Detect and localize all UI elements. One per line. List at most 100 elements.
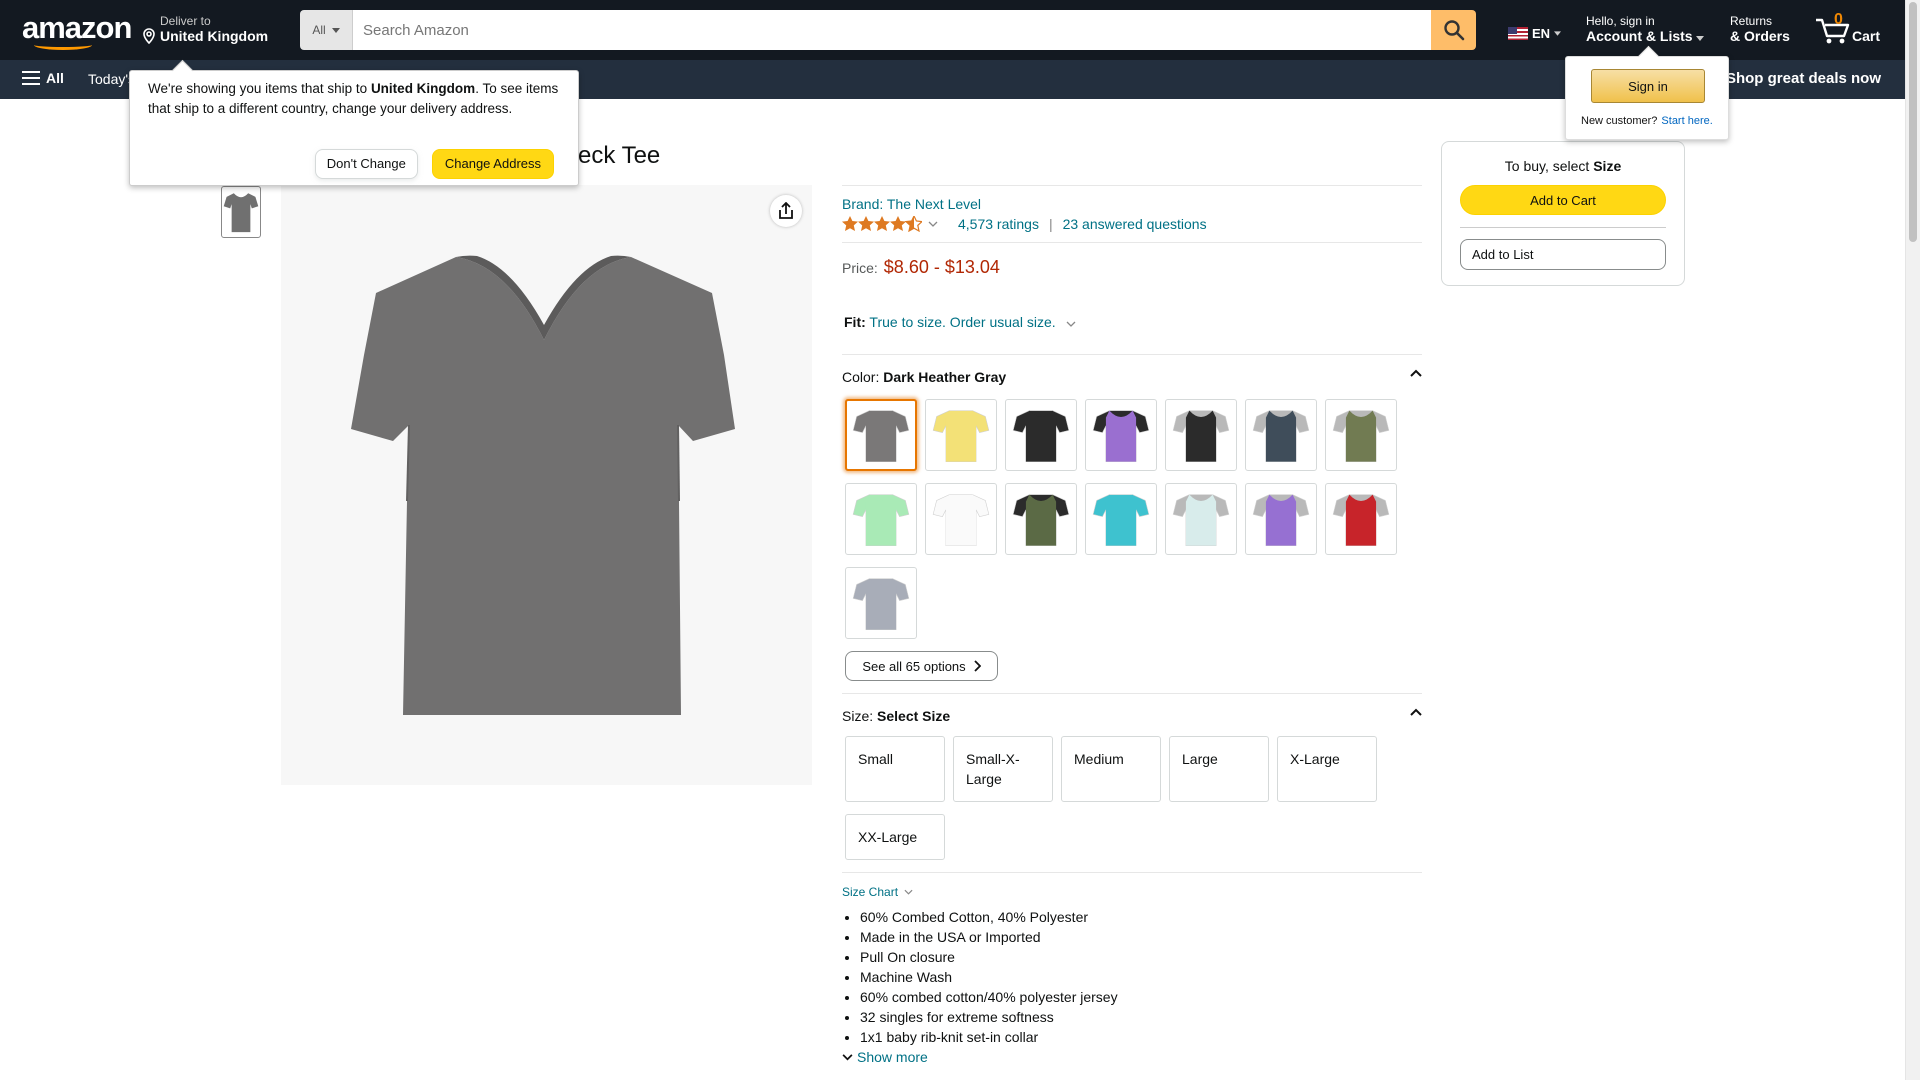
divider — [842, 872, 1422, 873]
add-to-cart-button[interactable]: Add to Cart — [1460, 185, 1666, 215]
chevron-up-icon — [1410, 708, 1422, 716]
divider — [842, 693, 1422, 694]
share-button[interactable] — [770, 195, 802, 227]
color-swatch[interactable] — [845, 567, 917, 639]
color-label: Color: — [842, 369, 884, 385]
price-row: Price: $8.60 - $13.04 — [842, 257, 1422, 278]
chevron-down-icon — [904, 889, 913, 895]
size-value: Select Size — [877, 708, 951, 724]
top-nav: amazon Deliver to United Kingdom All EN … — [0, 0, 1905, 60]
search-input[interactable] — [353, 10, 1431, 50]
signin-button[interactable]: Sign in — [1591, 69, 1705, 103]
size-option-large[interactable]: Large — [1169, 736, 1269, 802]
language-selector[interactable]: EN — [1508, 26, 1562, 41]
feature-bullet: 60% combed cotton/40% polyester jersey — [860, 987, 1422, 1007]
color-swatch[interactable] — [845, 399, 917, 471]
search-button[interactable] — [1431, 10, 1476, 50]
tshirt-swatch-image — [1092, 410, 1150, 462]
nav-shop-deals[interactable]: Shop great deals now — [1726, 70, 1881, 87]
product-details: Brand: The Next Level 4,573 ratings | 23… — [842, 185, 1422, 1065]
main-product-image[interactable] — [281, 185, 812, 785]
size-option-xx-large[interactable]: XX-Large — [845, 814, 945, 860]
fit-label: Fit: — [844, 314, 866, 330]
color-swatch[interactable] — [1245, 399, 1317, 471]
tshirt-swatch-image — [1012, 494, 1070, 546]
divider — [842, 242, 1422, 243]
rating-row: 4,573 ratings | 23 answered questions — [842, 216, 1422, 232]
chevron-down-icon[interactable] — [1066, 321, 1076, 327]
color-swatch[interactable] — [925, 399, 997, 471]
cart-icon — [1816, 18, 1850, 44]
size-option-x-large[interactable]: X-Large — [1277, 736, 1377, 802]
nav-todays-deals[interactable]: Today's — [88, 71, 135, 87]
color-swatch[interactable] — [925, 483, 997, 555]
to-buy-bold: Size — [1593, 158, 1622, 174]
ratings-link[interactable]: 4,573 ratings — [958, 216, 1039, 232]
see-all-options-button[interactable]: See all 65 options — [845, 651, 998, 681]
logo-smile-icon — [34, 40, 92, 50]
chevron-down-icon[interactable] — [928, 221, 938, 227]
tshirt-swatch-image — [1172, 410, 1230, 462]
star-rating-icon[interactable] — [842, 216, 922, 232]
tshirt-swatch-image — [1332, 494, 1390, 546]
color-swatch[interactable] — [1245, 483, 1317, 555]
cart-button[interactable]: 0 Cart — [1814, 10, 1884, 50]
language-label: EN — [1532, 26, 1551, 41]
tshirt-swatch-image — [932, 494, 990, 546]
size-option-small[interactable]: Small — [845, 736, 945, 802]
page-scrollbar[interactable] — [1905, 0, 1920, 1080]
location-pin-icon — [143, 28, 155, 44]
search-bar: All — [300, 10, 1476, 50]
divider — [842, 185, 1422, 186]
account-lists[interactable]: Hello, sign in Account & Lists — [1586, 14, 1705, 44]
change-address-button[interactable]: Change Address — [431, 149, 554, 179]
color-swatch[interactable] — [1005, 399, 1077, 471]
tshirt-swatch-image — [1252, 494, 1310, 546]
color-swatch[interactable] — [1325, 399, 1397, 471]
color-swatch[interactable] — [845, 483, 917, 555]
tshirt-swatch-image — [1332, 410, 1390, 462]
color-section-header[interactable]: Color: Dark Heather Gray — [842, 369, 1422, 385]
tshirt-swatch-image — [1092, 494, 1150, 546]
amazon-logo[interactable]: amazon — [20, 10, 132, 50]
tshirt-swatch-image — [1012, 410, 1070, 462]
to-buy-prefix: To buy, select — [1504, 158, 1594, 174]
search-category-select[interactable]: All — [300, 10, 353, 50]
returns-orders[interactable]: Returns & Orders — [1730, 14, 1790, 44]
color-swatch[interactable] — [1165, 399, 1237, 471]
fit-value-link[interactable]: True to size. Order usual size. — [869, 314, 1055, 330]
questions-link[interactable]: 23 answered questions — [1063, 216, 1207, 232]
brand-link[interactable]: Brand: The Next Level — [842, 196, 1422, 212]
size-option-small-x-large[interactable]: Small-X-Large — [953, 736, 1053, 802]
scrollbar-thumb[interactable] — [1909, 2, 1917, 242]
tshirt-swatch-image — [1252, 410, 1310, 462]
orders-label: & Orders — [1730, 28, 1790, 44]
deliver-to[interactable]: Deliver to United Kingdom — [142, 14, 268, 44]
image-thumbnail[interactable] — [221, 186, 261, 238]
divider — [842, 354, 1422, 355]
add-to-list-button[interactable]: Add to List — [1460, 239, 1666, 270]
chevron-up-icon — [1410, 369, 1422, 377]
dont-change-button[interactable]: Don't Change — [314, 149, 418, 179]
size-section-header[interactable]: Size: Select Size — [842, 708, 1422, 724]
color-swatch[interactable] — [1085, 399, 1157, 471]
hamburger-icon — [22, 71, 40, 85]
color-swatch[interactable] — [1325, 483, 1397, 555]
color-swatch[interactable] — [1165, 483, 1237, 555]
size-chart-link[interactable]: Size Chart — [842, 885, 1422, 899]
size-option-medium[interactable]: Medium — [1061, 736, 1161, 802]
tshirt-thumbnail-image — [223, 193, 259, 233]
deliver-label: Deliver to — [160, 14, 211, 28]
feature-bullet: Made in the USA or Imported — [860, 927, 1422, 947]
signin-popover: Sign in New customer? Start here. — [1565, 56, 1729, 140]
start-here-link[interactable]: Start here. — [1661, 115, 1712, 127]
show-more-label: Show more — [857, 1049, 928, 1065]
color-swatch[interactable] — [1005, 483, 1077, 555]
show-more-link[interactable]: Show more — [842, 1049, 1422, 1065]
color-value: Dark Heather Gray — [883, 369, 1007, 385]
cart-label: Cart — [1852, 28, 1881, 44]
all-menu-button[interactable]: All — [22, 70, 64, 86]
color-swatch[interactable] — [1085, 483, 1157, 555]
popover-text-part: We're showing you items that ship to — [148, 81, 371, 96]
share-icon — [779, 202, 793, 219]
